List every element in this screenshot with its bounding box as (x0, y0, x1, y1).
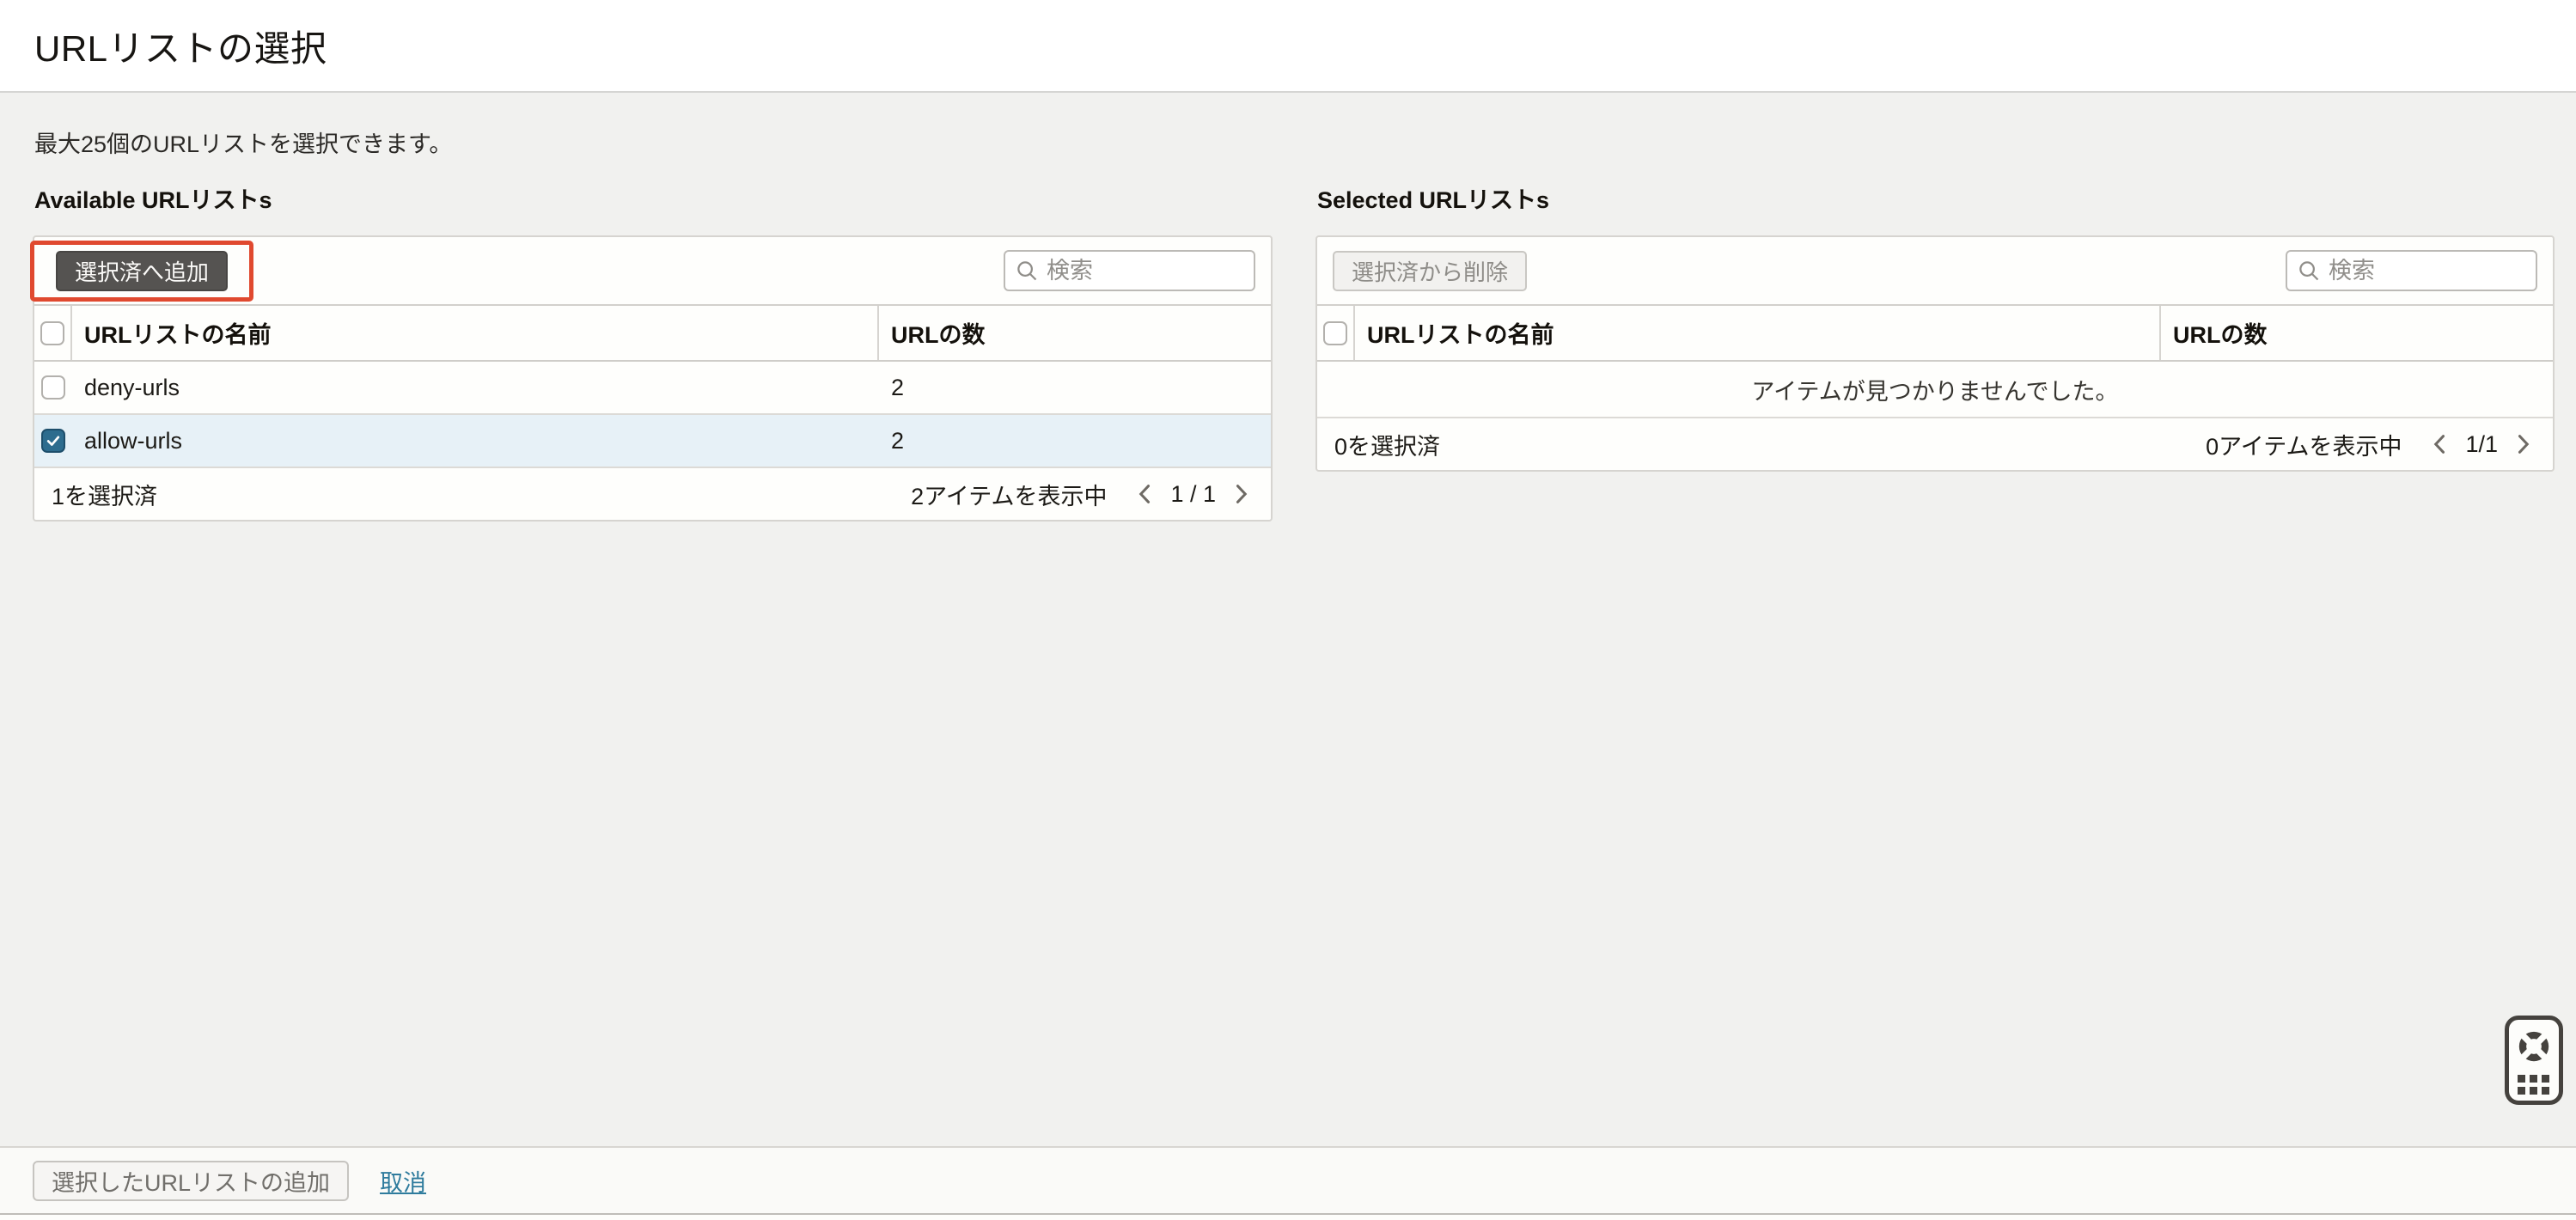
empty-state-message: アイテムが見つかりませんでした。 (1317, 362, 2553, 418)
search-icon (2296, 258, 2322, 284)
life-ring-icon (2512, 1025, 2555, 1068)
add-selected-url-lists-button[interactable]: 選択したURLリストの追加 (33, 1161, 349, 1201)
chevron-left-icon (1133, 482, 1157, 506)
next-page-button[interactable] (1228, 481, 1254, 507)
chevron-right-icon (1229, 482, 1253, 506)
selected-table-footer: 0を選択済 0アイテムを表示中 1/1 (1317, 418, 2553, 470)
available-table-footer: 1を選択済 2アイテムを表示中 1 / 1 (34, 468, 1271, 520)
column-header-count: URLの数 (2161, 306, 2553, 360)
showing-items-text: 2アイテムを表示中 (911, 478, 1107, 511)
page-indicator: 1/1 (2465, 431, 2498, 458)
page-header: URLリストの選択 (0, 0, 2576, 93)
selected-table-header: URLリストの名前 URLの数 (1317, 304, 2553, 362)
row-checkbox[interactable] (41, 375, 65, 400)
pagination: 1/1 (2427, 431, 2536, 458)
table-row[interactable]: deny-urls 2 (34, 362, 1271, 415)
url-list-selection-page: URLリストの選択 最大25個のURLリストを選択できます。 Available… (0, 0, 2576, 1220)
row-check-cell (34, 415, 72, 467)
page-title: URLリストの選択 (34, 20, 327, 72)
selected-panel: 選択済から削除 (1315, 235, 2555, 472)
annotation-highlight-box: 選択済へ追加 (30, 241, 253, 302)
select-all-cell (34, 306, 72, 360)
available-panel: 選択済へ追加 (33, 235, 1273, 522)
column-header-name: URLリストの名前 (1355, 306, 2161, 360)
selected-heading: Selected URLリストs (1317, 181, 2555, 215)
selected-count-text: 1を選択済 (52, 478, 157, 511)
page-indicator: 1 / 1 (1170, 481, 1216, 508)
column-header-count: URLの数 (879, 306, 1271, 360)
bottom-action-bar: 選択したURLリストの追加 取消 (0, 1146, 2576, 1215)
add-to-selected-button[interactable]: 選択済へ追加 (56, 251, 228, 291)
content-area: 最大25個のURLリストを選択できます。 Available URLリストs 選… (0, 93, 2576, 522)
available-table-header: URLリストの名前 URLの数 (34, 304, 1271, 362)
row-check-cell (34, 362, 72, 413)
search-icon (1014, 258, 1040, 284)
help-widget[interactable] (2505, 1016, 2563, 1105)
prev-page-button[interactable] (1132, 481, 1158, 507)
available-panel-column: Available URLリストs 選択済へ追加 (33, 181, 1273, 522)
column-header-name: URLリストの名前 (72, 306, 879, 360)
selected-search-box[interactable] (2286, 250, 2537, 291)
showing-items-text: 0アイテムを表示中 (2206, 428, 2402, 461)
row-count: 2 (879, 415, 1271, 467)
row-name: deny-urls (72, 362, 879, 413)
selected-panel-column: Selected URLリストs 選択済から削除 (1315, 181, 2555, 522)
select-all-checkbox[interactable] (40, 321, 64, 345)
available-search-input[interactable] (1047, 258, 1236, 284)
selected-toolbar: 選択済から削除 (1317, 237, 2553, 304)
intro-text: 最大25個のURLリストを選択できます。 (33, 93, 2555, 159)
row-checkbox[interactable] (41, 429, 65, 453)
chevron-right-icon (2511, 432, 2535, 456)
selected-count-text: 0を選択済 (1334, 428, 1440, 461)
cancel-link[interactable]: 取消 (380, 1164, 426, 1198)
pagination: 1 / 1 (1132, 481, 1254, 508)
table-row[interactable]: allow-urls 2 (34, 415, 1271, 468)
row-name: allow-urls (72, 415, 879, 467)
chevron-left-icon (2428, 432, 2452, 456)
available-toolbar: 選択済へ追加 (34, 237, 1271, 304)
selected-search-input[interactable] (2329, 258, 2518, 284)
select-all-cell (1317, 306, 1355, 360)
bottom-strip (0, 1215, 2576, 1220)
remove-from-selected-button[interactable]: 選択済から削除 (1333, 251, 1527, 291)
row-count: 2 (879, 362, 1271, 413)
next-page-button[interactable] (2510, 431, 2536, 457)
available-heading: Available URLリストs (34, 181, 1273, 215)
dots-grid-icon (2517, 1074, 2551, 1095)
select-all-checkbox[interactable] (1323, 321, 1347, 345)
prev-page-button[interactable] (2427, 431, 2453, 457)
available-search-box[interactable] (1004, 250, 1255, 291)
